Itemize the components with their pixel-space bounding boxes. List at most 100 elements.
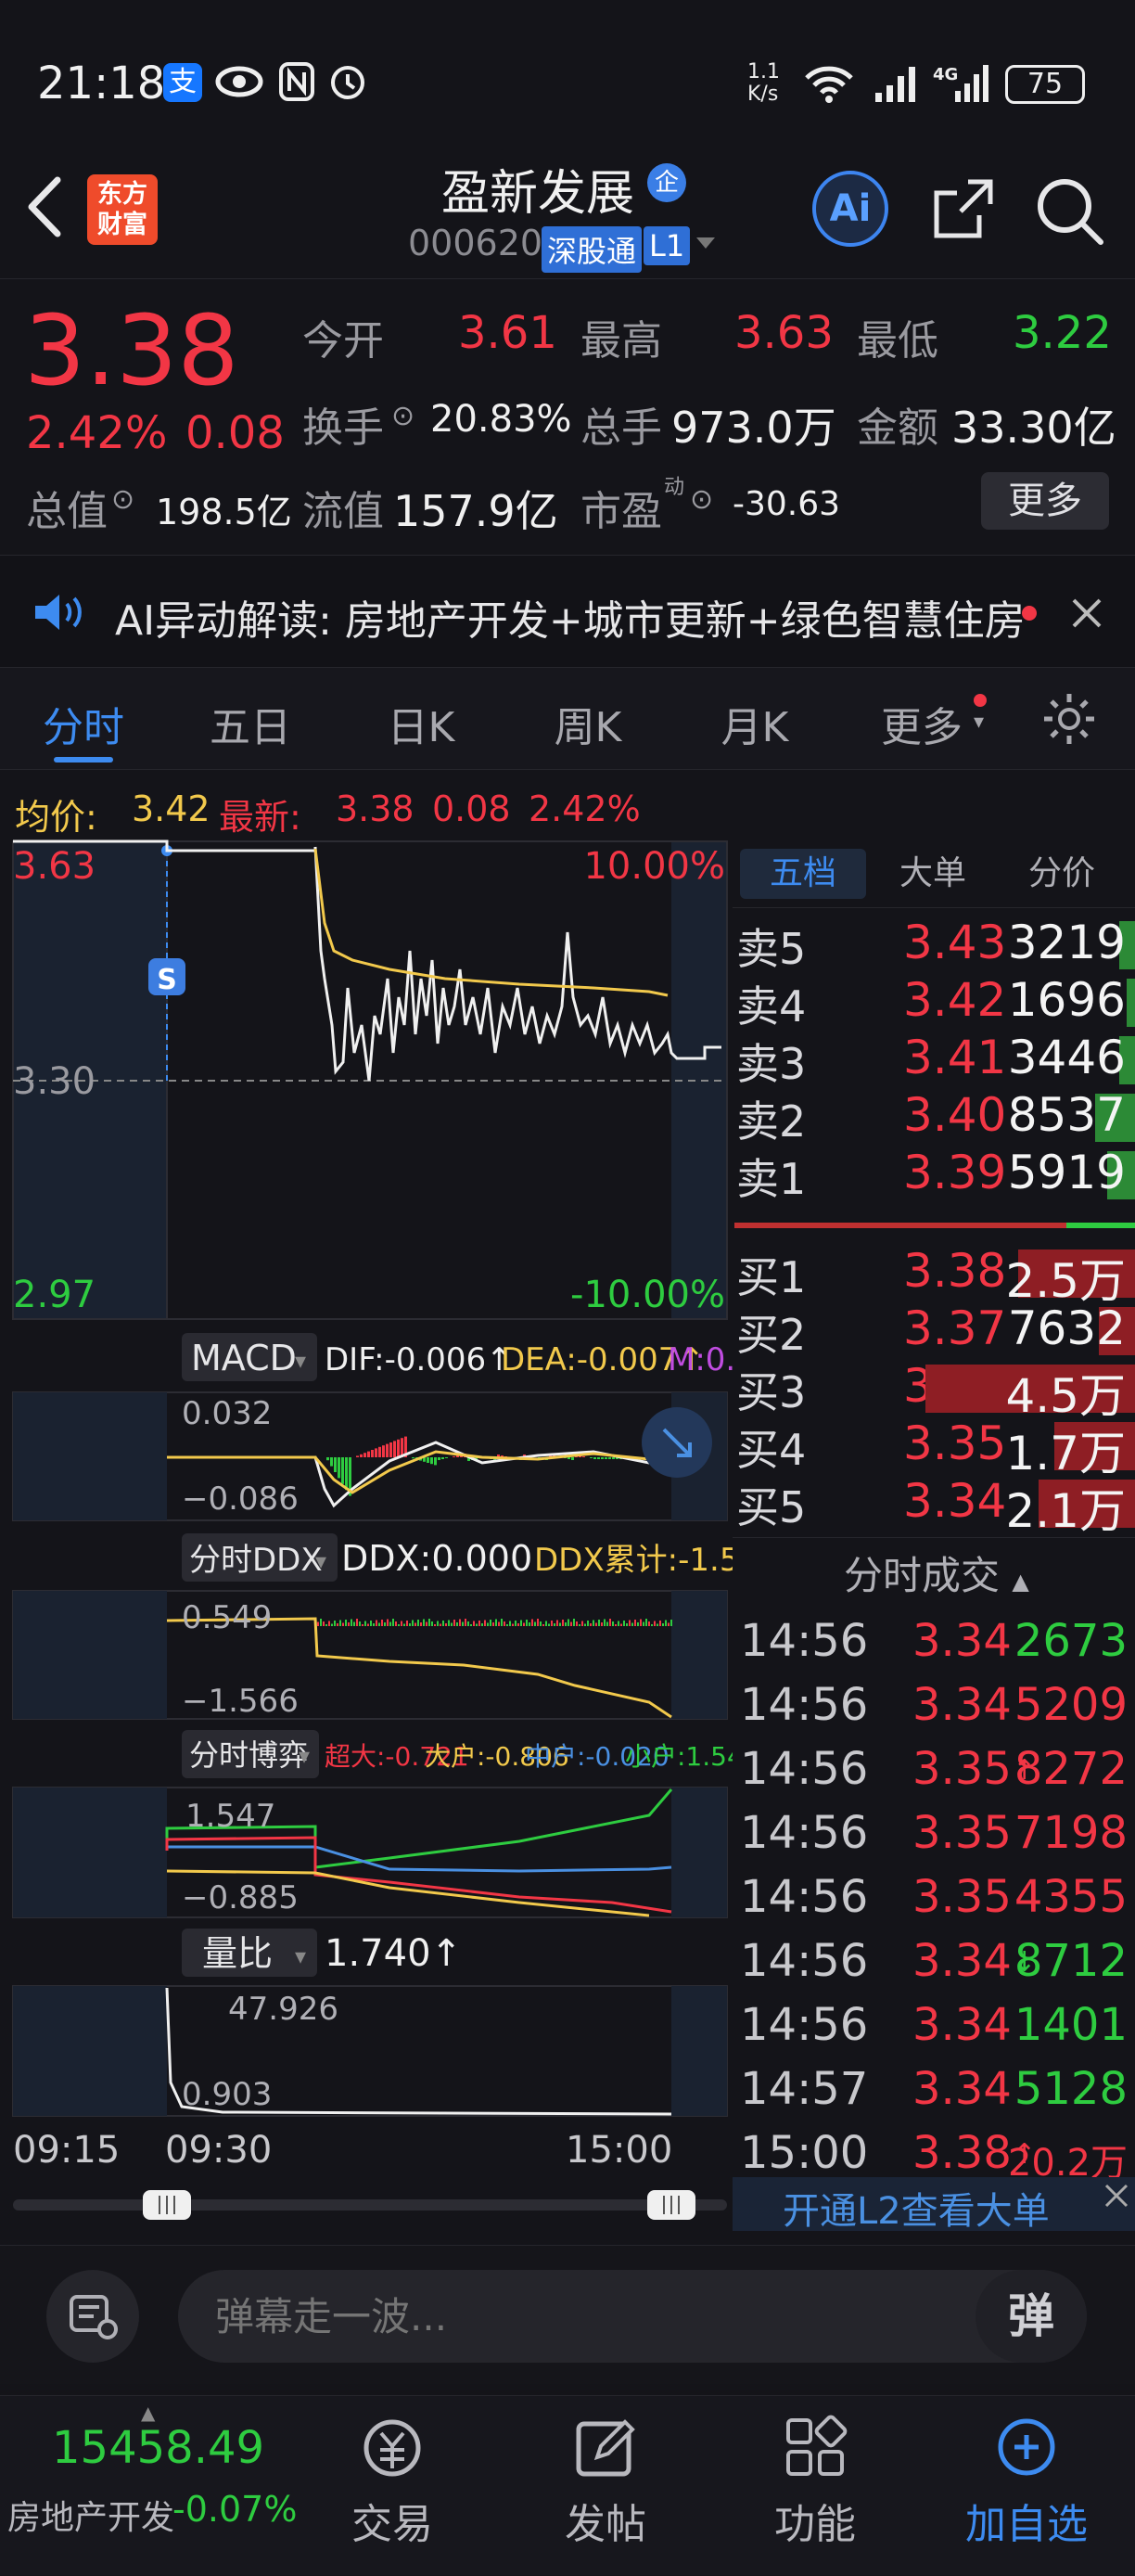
ddx-bar (529, 1622, 530, 1626)
info-icon[interactable]: ⊙ (690, 483, 713, 516)
nav-trade[interactable]: 交易 (313, 2415, 471, 2550)
order-level-row[interactable]: 卖4 3.42 1696 (733, 973, 1135, 1032)
ai-assistant-button[interactable]: Ai (812, 171, 888, 247)
macd-bar (453, 1456, 455, 1457)
orderbook-tabs: 五档 大单 分价 (733, 839, 1135, 908)
ddx-bar (481, 1623, 483, 1626)
ddx-bar (509, 1621, 511, 1626)
ddx-bar (568, 1619, 569, 1626)
ddx-bar (520, 1620, 522, 1626)
change-value: 0.08 (432, 788, 511, 829)
low-label: 最低 (857, 317, 938, 365)
macd-bar (582, 1456, 585, 1457)
tab-big-orders[interactable]: 大单 (877, 849, 988, 899)
last-price: 3.38 (24, 294, 239, 407)
level-volume: 8537 (1007, 1088, 1126, 1142)
ddx-bar (640, 1619, 642, 1626)
svg-text:4G: 4G (933, 65, 958, 84)
close-icon[interactable] (1068, 595, 1105, 632)
back-arrow-icon[interactable] (24, 174, 65, 239)
nav-functions[interactable]: 功能 (736, 2415, 894, 2550)
nav-add-favorite[interactable]: 加自选 (948, 2415, 1105, 2550)
order-level-row[interactable]: 卖3 3.41 3446 (733, 1031, 1135, 1090)
order-level-row[interactable]: 买1 3.38 2.5万 (733, 1244, 1135, 1308)
macd-bar (393, 1441, 396, 1457)
order-level-row[interactable]: 买5 3.34 2.1万 (733, 1474, 1135, 1538)
tab-five-day[interactable]: 五日 (204, 694, 297, 753)
stock-code: 000620 (408, 223, 543, 263)
tick-price: 3.34 (912, 1935, 1012, 1987)
tab-daily-k[interactable]: 日K (375, 694, 467, 753)
tick-volume: 7198 (1014, 1807, 1128, 1859)
intraday-chart[interactable]: 3.63 3.30 2.97 10.00% -10.00% S MACD ▾ D… (0, 839, 823, 2231)
index-widget[interactable]: ▲ 15458.49 房地产开发 -0.07% (0, 2396, 306, 2576)
danmu-input[interactable] (215, 2288, 938, 2344)
search-icon[interactable] (1033, 174, 1107, 249)
comments-button[interactable] (46, 2270, 139, 2363)
nav-post[interactable]: 发帖 (527, 2415, 684, 2550)
open-value: 3.61 (458, 307, 557, 359)
gear-icon[interactable] (1040, 690, 1098, 748)
caret-up-icon: ▲ (141, 2402, 156, 2424)
ddx-axis-top: 0.549 (182, 1599, 272, 1636)
level-price: 3.35 (903, 1416, 1007, 1470)
info-icon[interactable]: ⊙ (111, 483, 134, 516)
ddx-bar (476, 1623, 478, 1626)
ddx-bar (339, 1620, 341, 1626)
float-cap-value: 157.9亿 (393, 486, 558, 536)
range-slider-track[interactable] (13, 2199, 727, 2211)
tab-more[interactable]: 更多 (875, 694, 968, 753)
macd-bar (605, 1457, 607, 1459)
ddx-bar (548, 1623, 550, 1626)
ddx-bar (487, 1622, 489, 1626)
level-price: 3.42 (903, 973, 1007, 1027)
macd-bar (371, 1450, 374, 1457)
ddx-bar (348, 1622, 350, 1626)
l2-banner[interactable]: 开通L2查看大单 (733, 2177, 1135, 2233)
macd-bar (597, 1457, 600, 1459)
ddx-bar (523, 1622, 525, 1626)
ddx-bar (451, 1622, 453, 1626)
ddx-bar (406, 1621, 408, 1626)
ai-ticker[interactable]: AI异动解读: 房地产开发+城市更新+绿色智慧住房 (0, 555, 1135, 668)
speaker-icon (35, 595, 82, 630)
share-icon[interactable] (927, 174, 998, 245)
chart-canvas[interactable]: 3.63 3.30 2.97 10.00% -10.00% S MACD ▾ D… (0, 839, 823, 2231)
tick-row: 14:56 3.35 ↑ 8272 (733, 1743, 1135, 1807)
order-level-row[interactable]: 买4 3.35 1.7万 (733, 1416, 1135, 1480)
chevron-down-icon[interactable] (694, 234, 718, 252)
tab-five-levels[interactable]: 五档 (740, 849, 866, 899)
ddx-bar (434, 1624, 436, 1626)
tab-monthly-k[interactable]: 月K (708, 694, 801, 753)
order-level-row[interactable]: 卖1 3.39 5919 (733, 1146, 1135, 1205)
ddx-bar (334, 1621, 336, 1626)
ddx-axis-bottom: −1.566 (182, 1683, 299, 1720)
open-label: 今开 (302, 317, 384, 365)
tab-intraday[interactable]: 分时 (37, 694, 130, 753)
ticks-title[interactable]: 分时成交 ▲ (844, 1544, 1029, 1601)
danmu-toggle-button[interactable]: 弹 (976, 2270, 1087, 2363)
tab-weekly-k[interactable]: 周K (542, 694, 634, 753)
tick-time: 14:56 (740, 1807, 869, 1859)
order-level-row[interactable]: 卖2 3.40 8537 (733, 1088, 1135, 1147)
macd-bar (612, 1457, 615, 1459)
ddx-bar (590, 1623, 592, 1626)
info-icon[interactable]: ⊙ (391, 400, 414, 432)
level-volume: 3219 (1007, 916, 1126, 969)
order-level-row[interactable]: 卖5 3.43 3219 (733, 916, 1135, 975)
intraday-summary: 均价: 3.42 最新: 3.38 0.08 2.42% (0, 777, 733, 842)
ddx-bar (373, 1623, 375, 1626)
ddx-bar (473, 1621, 475, 1626)
tick-volume: 5128 (1014, 2063, 1128, 2115)
close-icon[interactable] (1102, 2181, 1131, 2211)
tab-price-distribution[interactable]: 分价 (1001, 849, 1122, 899)
low-value: 3.22 (1013, 307, 1112, 359)
ddx-bar (387, 1619, 389, 1626)
order-level-row[interactable]: 买33.364.5万 (733, 1359, 1135, 1423)
ddx-bar (384, 1622, 386, 1626)
more-button[interactable]: 更多 (981, 472, 1109, 530)
ddx-bar (565, 1622, 567, 1626)
order-level-row[interactable]: 买2 3.37 7632 (733, 1301, 1135, 1361)
level-volume: 7632 (1007, 1301, 1126, 1355)
macd-bar (438, 1457, 440, 1460)
